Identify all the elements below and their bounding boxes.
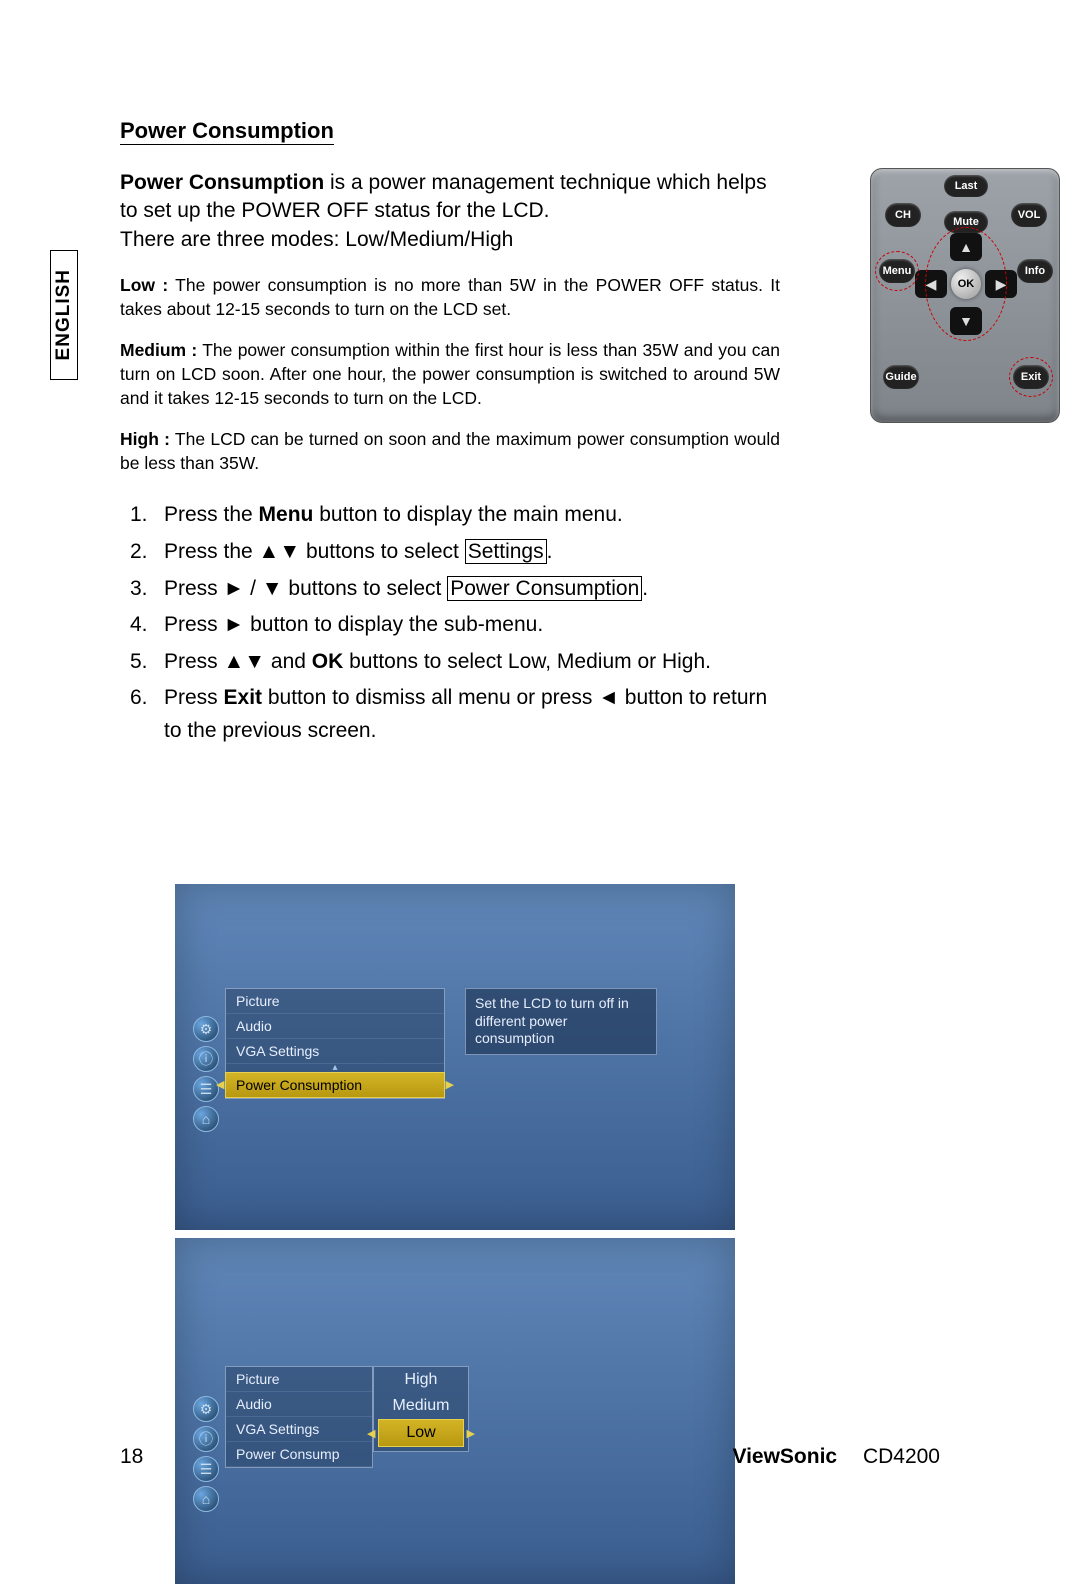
mode-descriptions: Low : The power consumption is no more t… <box>120 274 780 475</box>
dashed-highlight-menu <box>875 251 919 291</box>
remote-vol-button: VOL <box>1011 203 1047 227</box>
osd-screenshots: ⚙ ⓘ ☰ ⌂ Picture Audio VGA Settings ▴ Pow… <box>175 884 735 1592</box>
osd-menu-list: Picture Audio VGA Settings ▴ Power Consu… <box>225 988 445 1099</box>
mode-low: Low : The power consumption is no more t… <box>120 274 780 321</box>
osd-icon-info: ⓘ <box>193 1046 219 1072</box>
osd2-opt-low: Low <box>378 1419 464 1447</box>
instruction-steps: 1. Press the Menu button to display the … <box>130 499 770 747</box>
osd-item-vga: VGA Settings <box>226 1039 444 1064</box>
step-4: 4. Press ► button to display the sub-men… <box>130 609 770 642</box>
remote-guide-button: Guide <box>883 365 919 389</box>
remote-ch-button: CH <box>885 203 921 227</box>
page-footer: 18 ViewSonic CD4200 <box>120 1445 940 1469</box>
osd-tooltip: Set the LCD to turn off in different pow… <box>465 988 657 1055</box>
osd-item-audio: Audio <box>226 1014 444 1039</box>
osd-sidebar-icons: ⚙ ⓘ ☰ ⌂ <box>193 1016 219 1132</box>
remote-info-button: Info <box>1017 259 1053 283</box>
dashed-highlight-exit <box>1009 357 1053 397</box>
osd-screen-2: ⚙ ⓘ ☰ ⌂ Picture Audio VGA Settings Power… <box>175 1238 735 1584</box>
intro-modes: There are three modes: Low/Medium/High <box>120 228 513 251</box>
osd2-item-picture: Picture <box>226 1367 372 1392</box>
main-content: Power Consumption Power Consumption is a… <box>120 118 780 751</box>
section-title: Power Consumption <box>120 118 334 145</box>
osd2-item-audio: Audio <box>226 1392 372 1417</box>
step-6: 6. Press Exit button to dismiss all menu… <box>130 682 770 747</box>
step-2: 2. Press the ▲▼ buttons to select Settin… <box>130 536 770 569</box>
osd-screen-1: ⚙ ⓘ ☰ ⌂ Picture Audio VGA Settings ▴ Pow… <box>175 884 735 1230</box>
intro-bold: Power Consumption <box>120 171 324 194</box>
footer-model: CD4200 <box>863 1445 940 1468</box>
step-5: 5. Press ▲▼ and OK buttons to select Low… <box>130 646 770 679</box>
osd-item-power-consumption: Power Consumption <box>225 1072 445 1098</box>
dashed-highlight-dpad <box>925 227 1007 341</box>
footer-brand: ViewSonic <box>732 1445 837 1468</box>
mode-high: High : The LCD can be turned on soon and… <box>120 428 780 475</box>
language-label: ENGLISH <box>53 269 75 360</box>
osd-icon-lock: ⌂ <box>193 1486 219 1512</box>
osd2-opt-medium: Medium <box>374 1393 468 1419</box>
osd-item-picture: Picture <box>226 989 444 1014</box>
step-1: 1. Press the Menu button to display the … <box>130 499 770 532</box>
osd-icon-settings: ⚙ <box>193 1396 219 1422</box>
osd-icon-lock: ⌂ <box>193 1106 219 1132</box>
osd2-opt-high: High <box>374 1367 468 1393</box>
page-number: 18 <box>120 1445 143 1469</box>
intro-paragraph: Power Consumption is a power management … <box>120 169 780 254</box>
osd-icon-settings: ⚙ <box>193 1016 219 1042</box>
osd2-item-vga: VGA Settings <box>226 1417 372 1442</box>
remote-control-image: Last CH VOL Mute Menu Info ▲ ◀ ▶ ▼ OK Gu… <box>870 168 1060 423</box>
mode-medium: Medium : The power consumption within th… <box>120 339 780 410</box>
step-3: 3. Press ► / ▼ buttons to select Power C… <box>130 573 770 606</box>
language-tab: ENGLISH <box>50 250 78 380</box>
remote-last-button: Last <box>944 175 988 197</box>
osd2-submenu: High Medium Low <box>373 1366 469 1452</box>
